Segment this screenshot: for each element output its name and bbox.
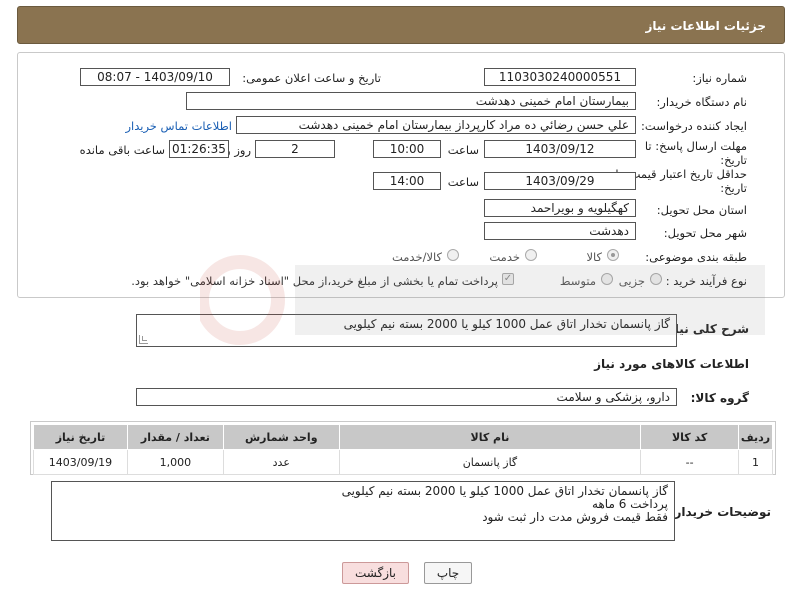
process-medium-radio[interactable] (601, 273, 613, 285)
deadline-label: مهلت ارسال پاسخ: تا (644, 139, 747, 153)
creator-field: علي حسن رضائي ده مراد کارپرداز بیمارستان… (236, 116, 636, 134)
items-table: ردیف کد کالا نام کالا واحد شمارش تعداد /… (33, 424, 773, 475)
treasury-payment-note: پرداخت تمام یا بخشی از مبلغ خرید،از محل … (131, 274, 498, 288)
need-number-field: 1103030240000551 (484, 68, 636, 86)
province-field: کهگیلویه و بویراحمد (484, 199, 636, 217)
cell-need-date: 1403/09/19 (33, 449, 128, 475)
cell-unit: عدد (222, 449, 340, 475)
cell-code: -- (640, 449, 740, 475)
need-number-label: شماره نیاز: (692, 71, 747, 85)
buyer-notes-textarea[interactable]: گاز پانسمان تخدار اتاق عمل 1000 کیلو یا … (51, 481, 675, 541)
announce-datetime-field: 1403/09/10 - 08:07 (80, 68, 230, 86)
deadline-date-label: تاریخ: (720, 153, 747, 167)
goods-group-field: دارو، پزشکی و سلامت (136, 388, 677, 406)
announce-label: تاریخ و ساعت اعلان عمومی: (242, 71, 381, 85)
validity-date-label: تاریخ: (720, 181, 747, 195)
creator-label: ایجاد کننده درخواست: (641, 119, 747, 133)
description-text: گاز پانسمان تخدار اتاق عمل 1000 کیلو یا … (343, 317, 670, 331)
back-button[interactable]: بازگشت (342, 562, 409, 584)
table-header-row: ردیف کد کالا نام کالا واحد شمارش تعداد /… (33, 424, 773, 450)
cell-quantity: 1,000 (126, 449, 224, 475)
col-header-code: کد کالا (640, 424, 740, 450)
col-header-need-date: تاریخ نیاز (33, 424, 128, 450)
category-goods-label: کالا (586, 250, 602, 264)
category-service-radio[interactable] (525, 249, 537, 261)
city-field: دهدشت (484, 222, 636, 240)
cell-row-number: 1 (738, 449, 773, 475)
buyer-org-field: بیمارستان امام خمینی دهدشت (186, 92, 636, 110)
days-label: روز و (225, 143, 251, 157)
process-minor-label: جزیی (618, 274, 645, 288)
deadline-date-field: 1403/09/12 (484, 140, 636, 158)
table-row: 1 -- گاز پانسمان عدد 1,000 1403/09/19 (33, 449, 773, 475)
validity-time-field: 14:00 (373, 172, 441, 190)
goods-section-title: اطلاعات کالاهای مورد نیاز (594, 357, 749, 371)
validity-time-label: ساعت (447, 175, 479, 189)
province-label: استان محل تحویل: (656, 203, 747, 217)
buyer-contact-link[interactable]: اطلاعات تماس خریدار (125, 119, 232, 133)
goods-group-label: گروه کالا: (690, 391, 749, 405)
validity-date-field: 1403/09/29 (484, 172, 636, 190)
category-goods-service-radio[interactable] (447, 249, 459, 261)
days-remaining-field: 2 (255, 140, 335, 158)
process-label: نوع فرآیند خرید : (665, 274, 747, 288)
print-button[interactable]: چاپ (424, 562, 472, 584)
buyer-notes-label: توضیحات خریدار: (669, 505, 771, 519)
description-textarea[interactable]: گاز پانسمان تخدار اتاق عمل 1000 کیلو یا … (136, 314, 677, 347)
deadline-time-field: 10:00 (373, 140, 441, 158)
time-remaining-label: ساعت باقی مانده (79, 143, 165, 157)
city-label: شهر محل تحویل: (663, 226, 747, 240)
cell-name: گاز پانسمان (338, 449, 642, 475)
page-header: جزئیات اطلاعات نیاز (17, 6, 785, 44)
page-title: جزئیات اطلاعات نیاز (645, 19, 766, 33)
category-goods-service-label: کالا/خدمت (391, 250, 442, 264)
time-remaining-field: 01:26:35 (169, 140, 229, 158)
category-label: طبقه بندی موضوعی: (645, 250, 747, 264)
col-header-unit: واحد شمارش (222, 424, 340, 450)
col-header-quantity: تعداد / مقدار (126, 424, 224, 450)
deadline-time-label: ساعت (447, 143, 479, 157)
process-minor-radio[interactable] (650, 273, 662, 285)
col-header-row-number: ردیف (738, 424, 773, 450)
category-service-label: خدمت (489, 250, 520, 264)
buyer-note-line-1: گاز پانسمان تخدار اتاق عمل 1000 کیلو یا … (341, 484, 668, 498)
process-medium-label: متوسط (559, 274, 596, 288)
resize-grip-icon[interactable] (139, 335, 148, 344)
buyer-org-label: نام دستگاه خریدار: (656, 95, 747, 109)
col-header-name: نام کالا (338, 424, 642, 450)
category-goods-radio[interactable] (607, 249, 619, 261)
buyer-note-line-3: فقط قیمت فروش مدت دار ثبت شود (482, 510, 668, 524)
treasury-payment-checkbox[interactable]: ✓ (502, 273, 514, 285)
